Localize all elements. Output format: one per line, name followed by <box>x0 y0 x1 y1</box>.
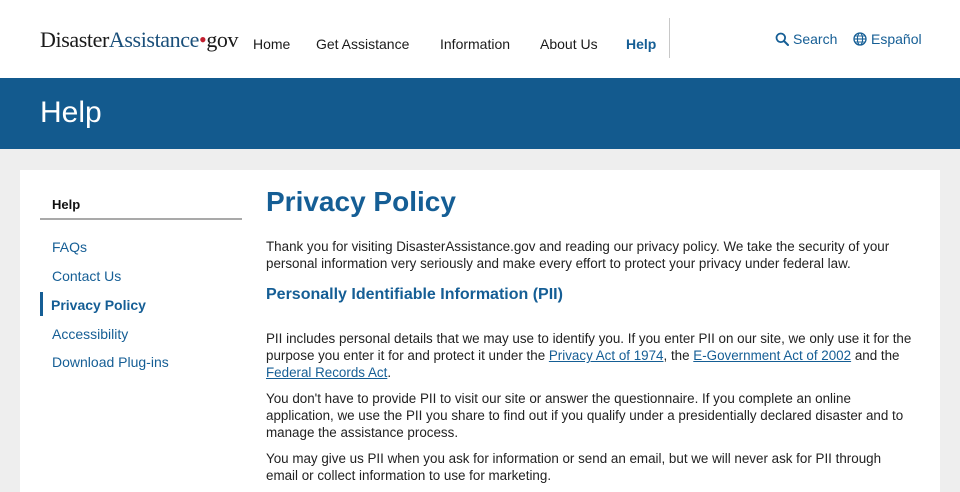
sidebar-item-contact-us[interactable]: Contact Us <box>52 268 121 284</box>
sidebar-item-accessibility[interactable]: Accessibility <box>52 326 128 342</box>
nav-home[interactable]: Home <box>253 36 290 52</box>
page-banner: Help <box>0 78 960 149</box>
nav-about-us[interactable]: About Us <box>540 36 598 52</box>
pii-p1-text-4: . <box>387 365 392 380</box>
sidebar-item-privacy-policy[interactable]: Privacy Policy <box>51 297 146 313</box>
search-label: Search <box>793 31 838 47</box>
nav-information[interactable]: Information <box>440 36 510 52</box>
page-title: Privacy Policy <box>266 186 456 217</box>
sidebar-item-faqs[interactable]: FAQs <box>52 239 87 255</box>
globe-icon <box>853 32 867 46</box>
pii-paragraph-1: PII includes personal details that we ma… <box>266 330 916 381</box>
search-icon <box>775 32 789 46</box>
nav-help[interactable]: Help <box>626 36 656 52</box>
search-link[interactable]: Search <box>775 31 837 47</box>
privacy-act-link[interactable]: Privacy Act of 1974 <box>549 348 664 363</box>
pii-paragraph-2: You don't have to provide PII to visit o… <box>266 391 904 440</box>
pii-paragraph-3: You may give us PII when you ask for inf… <box>266 451 882 483</box>
site-logo[interactable]: DisasterAssistance•gov <box>40 27 239 53</box>
nav-divider <box>669 18 670 58</box>
nav-get-assistance[interactable]: Get Assistance <box>316 36 409 52</box>
banner-title: Help <box>40 96 102 129</box>
logo-text-gov: gov <box>206 27 239 52</box>
logo-text-assistance: Assistance <box>108 27 199 52</box>
logo-text-disaster: Disaster <box>40 27 109 52</box>
pii-p1-text-3: and the <box>851 348 900 363</box>
sidebar-heading: Help <box>52 197 81 212</box>
pii-p1-text-2: , the <box>663 348 694 363</box>
sidebar-item-download-plugins[interactable]: Download Plug-ins <box>52 354 169 370</box>
sidebar-active-indicator <box>40 292 43 316</box>
federal-records-act-link[interactable]: Federal Records Act <box>266 365 387 380</box>
language-label: Español <box>871 31 922 47</box>
sidebar-divider <box>40 218 242 220</box>
intro-paragraph: Thank you for visiting DisasterAssistanc… <box>266 239 890 271</box>
language-link[interactable]: Español <box>853 31 922 47</box>
e-government-act-link[interactable]: E-Government Act of 2002 <box>693 348 851 363</box>
site-header: DisasterAssistance•gov Home Get Assistan… <box>0 0 960 78</box>
section-heading-pii: Personally Identifiable Information (PII… <box>266 286 563 303</box>
